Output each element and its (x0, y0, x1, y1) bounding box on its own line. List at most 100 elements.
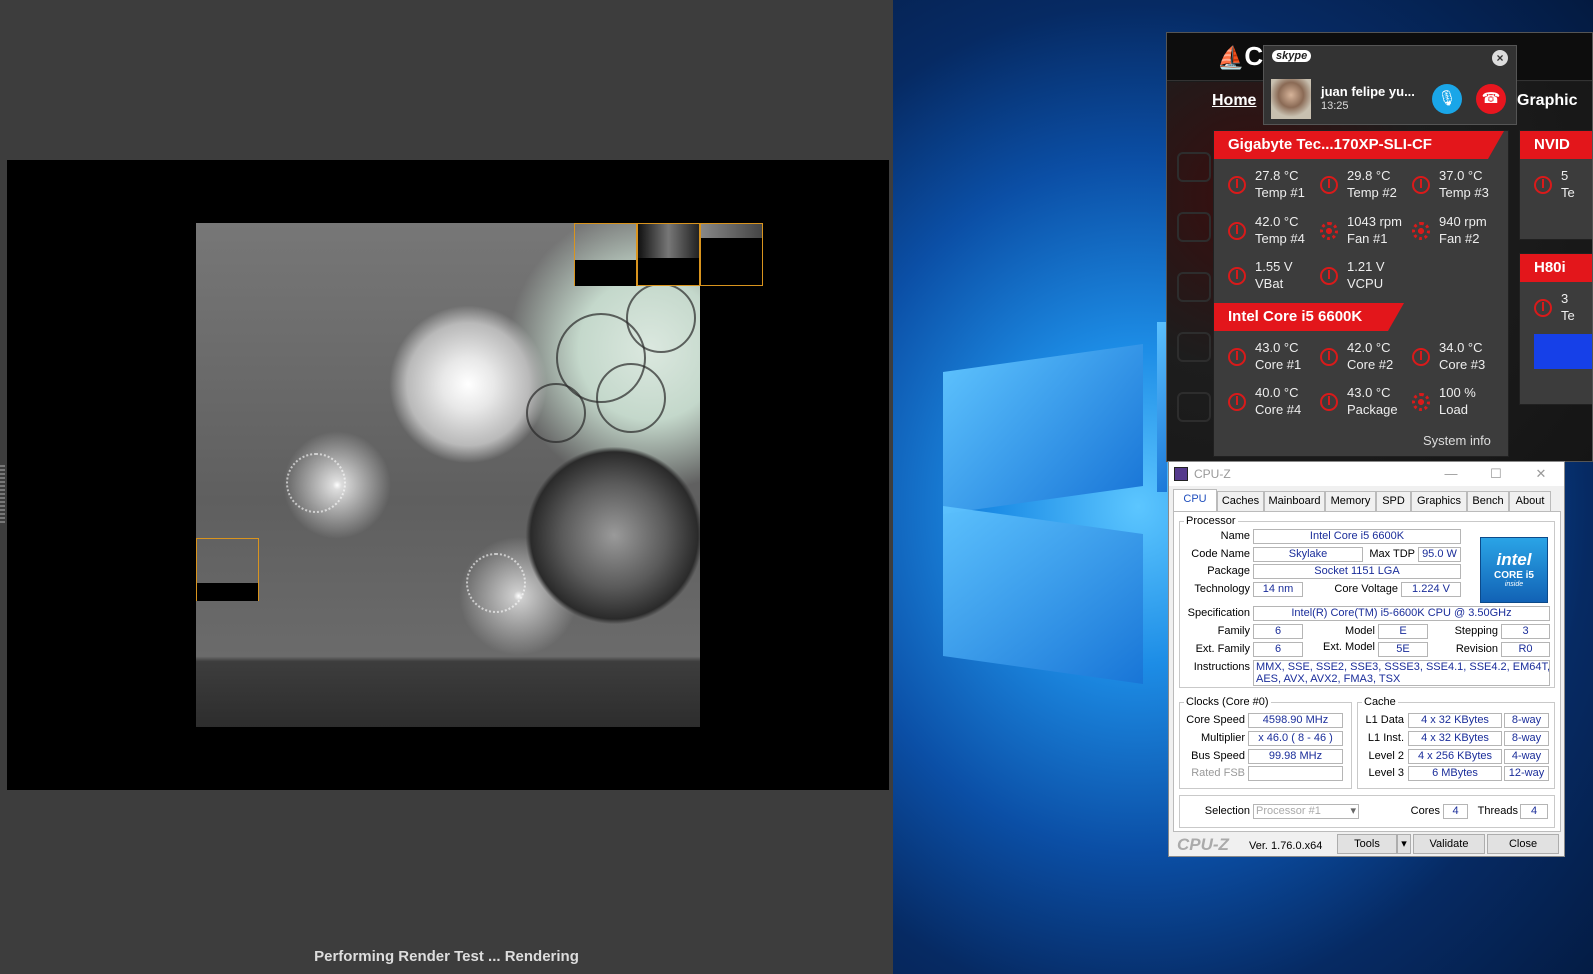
hex-decor (1177, 272, 1211, 302)
sensor-panel-gpu: NVID 5 Te (1519, 130, 1592, 240)
tools-button[interactable]: Tools (1337, 834, 1397, 854)
group-title: Clocks (Core #0) (1184, 696, 1271, 708)
package-label: Package (1207, 565, 1250, 577)
thermometer-icon (1320, 176, 1338, 194)
close-icon[interactable]: × (1492, 50, 1508, 66)
technology-field: 14 nm (1253, 582, 1303, 597)
revision-field: R0 (1501, 642, 1550, 657)
sensor-package[interactable]: 43.0 °C Package (1320, 385, 1412, 421)
cpuz-cpu-page: Processor Name Intel Core i5 6600K Code … (1173, 511, 1561, 832)
hex-decor (1177, 212, 1211, 242)
system-info-link[interactable]: System info (1423, 433, 1491, 448)
voltage-icon (1228, 267, 1246, 285)
hex-decor (1177, 392, 1211, 422)
tab-memory[interactable]: Memory (1325, 491, 1376, 511)
revision-label: Revision (1455, 643, 1498, 655)
tools-dropdown-icon[interactable]: ▾ (1397, 834, 1411, 854)
led-color-swatch[interactable] (1534, 334, 1592, 369)
sensor-core-2[interactable]: 42.0 °C Core #2 (1320, 340, 1412, 376)
wallpaper-pane (943, 505, 1143, 685)
cache-l2-label: Level 2 (1368, 750, 1404, 762)
thermometer-icon (1228, 222, 1246, 240)
thermometer-icon (1534, 299, 1552, 317)
cpuz-brand: CPU-Z (1177, 835, 1229, 854)
sensor-fan-2[interactable]: 940 rpm Fan #2 (1412, 214, 1504, 250)
sensor-core-4[interactable]: 40.0 °C Core #4 (1228, 385, 1320, 421)
decor-ring (526, 383, 586, 443)
selection-group: Selection Processor #1 ▾ Cores 4 Threads… (1179, 795, 1555, 828)
sensor-temp-1[interactable]: 27.8 °C Temp #1 (1228, 168, 1320, 204)
processor-select-value: Processor #1 (1256, 805, 1321, 817)
render-tile (196, 538, 259, 601)
hex-decor (1177, 332, 1211, 362)
cpuz-version: Ver. 1.76.0.x64 (1249, 840, 1323, 852)
corespeed-label: Core Speed (1186, 714, 1245, 726)
logo-brand: intel (1496, 550, 1532, 569)
decor-starburst (286, 453, 346, 513)
fan-icon (1320, 222, 1338, 240)
specification-field: Intel(R) Core(TM) i5-6600K CPU @ 3.50GHz (1253, 606, 1550, 621)
threads-field: 4 (1520, 804, 1548, 819)
family-label: Family (1217, 625, 1250, 637)
tab-bench[interactable]: Bench (1467, 491, 1509, 511)
logo-line: CORE i5 (1493, 570, 1534, 581)
tab-caches[interactable]: Caches (1217, 491, 1264, 511)
extfamily-label: Ext. Family (1195, 643, 1250, 655)
caller-name: juan felipe yu... (1321, 84, 1415, 99)
decor-ring (626, 283, 696, 353)
sensor-temp-4[interactable]: 42.0 °C Temp #4 (1228, 214, 1320, 250)
tab-spd[interactable]: SPD (1376, 491, 1411, 511)
thermometer-icon (1412, 348, 1430, 366)
sensor-fan-1[interactable]: 1043 rpm Fan #1 (1320, 214, 1412, 250)
tab-graphics[interactable]: Graphics (1411, 491, 1467, 511)
panel-title-h80i: H80i (1520, 254, 1592, 282)
processor-select[interactable]: Processor #1 ▾ (1253, 804, 1359, 819)
sensor-load[interactable]: 100 % Load (1412, 385, 1504, 421)
sensor-panel-h80i: H80i 3 Te (1519, 253, 1592, 405)
sensor-vcpu[interactable]: 1.21 V VCPU (1320, 259, 1412, 295)
sensor-core-1[interactable]: 43.0 °C Core #1 (1228, 340, 1320, 376)
clocks-group: Clocks (Core #0) Core Speed 4598.90 MHz … (1179, 696, 1352, 789)
thermometer-icon (1228, 176, 1246, 194)
sensor-core-3[interactable]: 34.0 °C Core #3 (1412, 340, 1504, 376)
minimize-button[interactable]: — (1431, 464, 1471, 484)
package-field: Socket 1151 LGA (1253, 564, 1461, 579)
instructions-field: MMX, SSE, SSE2, SSE3, SSSE3, SSE4.1, SSE… (1253, 660, 1550, 686)
codename-label: Code Name (1191, 548, 1250, 560)
sensor-gpu-temp[interactable]: 5 Te (1534, 168, 1592, 204)
processor-group: Processor Name Intel Core i5 6600K Code … (1179, 515, 1555, 688)
stepping-label: Stepping (1454, 625, 1498, 637)
sensor-vbat[interactable]: 1.55 V VBat (1228, 259, 1320, 295)
cache-l1i-size: 4 x 32 KBytes (1408, 731, 1502, 746)
logo-tag: inside (1504, 581, 1524, 588)
sensor-temp-3[interactable]: 37.0 °C Temp #3 (1412, 168, 1504, 204)
window-title: CPU-Z (1194, 467, 1231, 481)
tab-cpu[interactable]: CPU (1173, 489, 1217, 511)
sensor-temp-2[interactable]: 29.8 °C Temp #2 (1320, 168, 1412, 204)
resize-handle[interactable] (0, 465, 5, 525)
skype-logo: skype (1272, 50, 1312, 62)
technology-label: Technology (1194, 583, 1250, 595)
instructions-line: AES, AVX, AVX2, FMA3, TSX (1256, 673, 1401, 685)
validate-button[interactable]: Validate (1413, 834, 1485, 854)
cache-l1d-way: 8-way (1504, 713, 1549, 728)
render-status-text: Performing Render Test ... Rendering (314, 948, 579, 965)
selection-label: Selection (1204, 805, 1250, 817)
maximize-button[interactable]: ☐ (1476, 464, 1516, 484)
hang-up-icon[interactable]: ☎ (1476, 84, 1506, 114)
corevoltage-field: 1.224 V (1401, 582, 1461, 597)
close-app-button[interactable]: Close (1487, 834, 1559, 854)
extmodel-field: 5E (1378, 642, 1428, 657)
microphone-icon[interactable]: 🎙 (1432, 84, 1462, 114)
nav-graphics[interactable]: Graphic (1517, 92, 1577, 110)
cpuz-titlebar[interactable]: CPU-Z — ☐ ✕ (1169, 462, 1564, 486)
close-button[interactable]: ✕ (1521, 464, 1561, 484)
render-tile (574, 223, 637, 286)
tab-about[interactable]: About (1509, 491, 1551, 511)
chevron-down-icon: ▾ (1350, 805, 1356, 817)
sensor-h80i-temp[interactable]: 3 Te (1534, 291, 1592, 327)
nav-home[interactable]: Home (1212, 92, 1256, 110)
render-image (196, 223, 700, 727)
tab-mainboard[interactable]: Mainboard (1264, 491, 1325, 511)
load-icon (1412, 393, 1430, 411)
